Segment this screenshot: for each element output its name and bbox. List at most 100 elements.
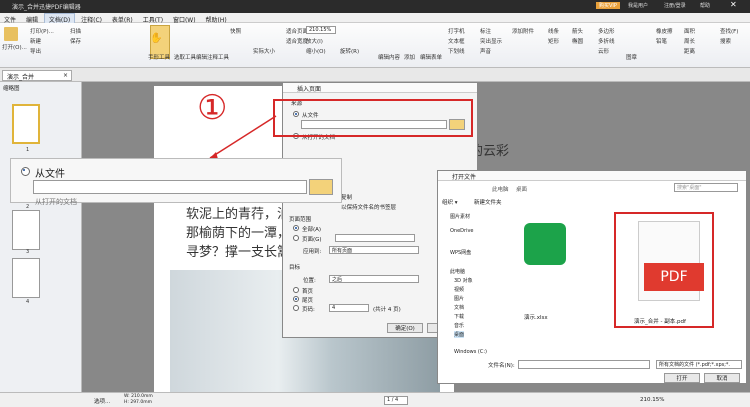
- edit-form-button[interactable]: 编辑表单: [420, 53, 442, 61]
- zoom-out-button[interactable]: 缩小(O): [306, 47, 326, 55]
- select-tool-button[interactable]: 选取工具: [174, 53, 196, 61]
- zoom-in-button[interactable]: 放大(I): [306, 37, 323, 45]
- breadcrumb-root[interactable]: 此电脑: [492, 185, 509, 193]
- arrow-button[interactable]: 箭头: [572, 27, 583, 35]
- first-page-radio[interactable]: [293, 287, 299, 293]
- document-tab-bar: 演示_合并 ×: [0, 68, 750, 82]
- stamp-button[interactable]: 图章: [626, 53, 637, 61]
- breadcrumb-current[interactable]: 桌面: [516, 185, 527, 193]
- edit-annotation-button[interactable]: 编辑注释工具: [196, 53, 229, 61]
- xlsx-file-icon[interactable]: [524, 223, 566, 265]
- scan-button[interactable]: 扫描: [70, 27, 81, 35]
- thumbnail-page-4[interactable]: [12, 258, 40, 298]
- page-number-radio[interactable]: [293, 305, 299, 311]
- organize-button[interactable]: 组织 ▾: [442, 198, 458, 206]
- vip-button[interactable]: 购买VIP: [596, 2, 620, 9]
- rect-button[interactable]: 矩形: [548, 37, 559, 45]
- tree-item[interactable]: Windows (C:): [454, 349, 487, 355]
- tree-item[interactable]: 视频: [454, 286, 464, 293]
- pages-input[interactable]: [335, 234, 415, 242]
- find-button[interactable]: 查找(F): [720, 27, 738, 35]
- polyline-button[interactable]: 多折线: [598, 37, 615, 45]
- distance-button[interactable]: 距离: [684, 47, 695, 55]
- zoom-from-file-label: 从文件: [35, 169, 65, 180]
- add-button[interactable]: 添加: [404, 53, 415, 61]
- print-button[interactable]: 打印(P)...: [30, 27, 54, 35]
- pencil-button[interactable]: 铅笔: [656, 37, 667, 45]
- all-pages-radio[interactable]: [293, 225, 299, 231]
- zoom-file-path-input[interactable]: [33, 180, 307, 194]
- cloud-button[interactable]: 云形: [598, 47, 609, 55]
- tree-item[interactable]: 文档: [454, 304, 464, 311]
- zoom-from-open-label: 从打开的文档: [35, 198, 77, 206]
- oval-button[interactable]: 椭圆: [572, 37, 583, 45]
- export-button[interactable]: 导出: [30, 47, 41, 55]
- line-button[interactable]: 线条: [548, 27, 559, 35]
- eraser-button[interactable]: 橡皮擦: [656, 27, 673, 35]
- tab-document[interactable]: 演示_合并 ×: [2, 70, 72, 81]
- options-button[interactable]: 选项...: [94, 397, 110, 405]
- register-link[interactable]: 注册/登录: [664, 2, 686, 9]
- search-button[interactable]: 搜索: [720, 37, 731, 45]
- search-desktop-input[interactable]: 搜索"桌面": [674, 183, 738, 192]
- tree-item[interactable]: 下载: [454, 313, 464, 320]
- status-zoom[interactable]: 210.15%: [640, 397, 664, 403]
- bookmark-option[interactable]: 以保持文件名的书签层: [341, 203, 396, 211]
- last-page-radio[interactable]: [293, 296, 299, 302]
- tree-item[interactable]: OneDrive: [450, 228, 474, 234]
- attach-button[interactable]: 添加附件: [512, 27, 534, 35]
- title-bar: 演示_合并迅捷PDF编辑器 购买VIP 我是用户 注册/登录 帮助 ✕: [0, 0, 750, 13]
- help-link[interactable]: 帮助: [700, 2, 710, 9]
- snapshot-button[interactable]: 快照: [230, 27, 241, 35]
- last-page-label: 尾页: [302, 298, 314, 304]
- thumbnail-page-3[interactable]: [12, 210, 40, 250]
- callout-button[interactable]: 标注: [480, 27, 491, 35]
- area-button[interactable]: 面积: [684, 27, 695, 35]
- tree-item[interactable]: 图片: [454, 295, 464, 302]
- user-label[interactable]: 我是用户: [628, 2, 648, 9]
- new-folder-button[interactable]: 新建文件夹: [474, 198, 502, 206]
- perimeter-button[interactable]: 周长: [684, 37, 695, 45]
- page-indicator[interactable]: 1 / 4: [384, 396, 408, 405]
- pages-label: 页面(G): [302, 237, 322, 243]
- pages-radio[interactable]: [293, 235, 299, 241]
- tree-item[interactable]: WPS网盘: [450, 249, 471, 256]
- tree-item[interactable]: 3D 对象: [454, 277, 473, 284]
- new-button[interactable]: 新建: [30, 37, 41, 45]
- tree-item[interactable]: 音乐: [454, 322, 464, 329]
- apply-to-select[interactable]: 所有页面: [329, 246, 419, 254]
- save-button[interactable]: 保存: [70, 37, 81, 45]
- open-icon[interactable]: [4, 27, 18, 41]
- textbox-button[interactable]: 文本框: [448, 37, 465, 45]
- highlight-button[interactable]: 突出显示: [480, 37, 502, 45]
- position-select[interactable]: 之后: [329, 275, 419, 283]
- fit-width-button[interactable]: 适合宽度: [286, 37, 308, 45]
- thumbnail-page-1[interactable]: [12, 104, 40, 144]
- ok-button[interactable]: 确定(O): [387, 323, 423, 333]
- edit-content-button[interactable]: 编辑内容: [378, 53, 400, 61]
- zoom-browse-folder-icon[interactable]: [309, 179, 333, 195]
- filename-input[interactable]: [518, 360, 650, 369]
- polygon-button[interactable]: 多边形: [598, 27, 615, 35]
- underline-button[interactable]: 下划线: [448, 47, 465, 55]
- tree-item[interactable]: 图片素材: [450, 213, 470, 220]
- open-cancel-button[interactable]: 取消: [704, 373, 740, 383]
- tab-close-icon[interactable]: ×: [63, 72, 68, 79]
- tree-item[interactable]: 此电脑: [450, 268, 465, 275]
- open-button[interactable]: 打开: [664, 373, 700, 383]
- copy-option[interactable]: 复制: [341, 193, 352, 201]
- typewriter-button[interactable]: 打字机: [448, 27, 465, 35]
- open-dialog-title: 打开文件: [438, 171, 746, 181]
- file-type-filter[interactable]: 所有文档的文件 (*.pdf;*.xps;*.: [656, 360, 742, 369]
- rotate-button[interactable]: 旋转(R): [340, 47, 359, 55]
- target-label: 目标: [289, 265, 301, 271]
- zoom-input[interactable]: 210.15%: [306, 26, 336, 34]
- page-number-input[interactable]: 4: [329, 304, 369, 312]
- close-icon[interactable]: ✕: [730, 0, 737, 9]
- open-button[interactable]: 打开(O)...: [2, 43, 27, 51]
- actual-size-button[interactable]: 实际大小: [253, 47, 275, 55]
- zoom-from-file-radio[interactable]: [21, 167, 30, 176]
- tree-item-selected[interactable]: 桌面: [454, 331, 465, 338]
- audio-button[interactable]: 声音: [480, 47, 491, 55]
- fit-page-button[interactable]: 适合页面: [286, 27, 308, 35]
